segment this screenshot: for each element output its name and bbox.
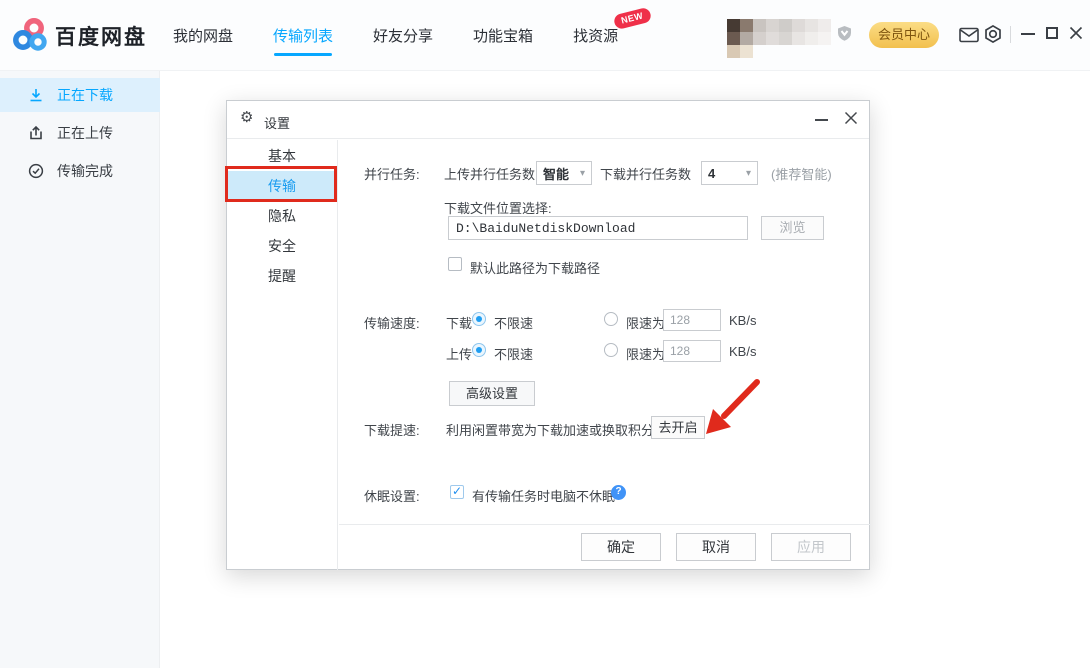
upload-limit-unit: KB/s (729, 344, 756, 359)
apply-button[interactable]: 应用 (771, 533, 851, 561)
browse-button[interactable]: 浏览 (761, 216, 824, 240)
user-account-blurred[interactable] (727, 19, 831, 58)
settings-dialog-titlebar: ⚙ 设置 (227, 101, 869, 139)
transfer-sidebar: 正在下载 正在上传 传输完成 (0, 71, 160, 668)
nav-find-resources-label: 找资源 (573, 28, 618, 45)
ok-button[interactable]: 确定 (581, 533, 661, 561)
sidebar-item-label: 正在上传 (57, 123, 113, 143)
window-minimize-button[interactable] (1021, 33, 1035, 35)
download-parallel-label: 下载并行任务数 (600, 164, 691, 183)
no-sleep-label: 有传输任务时电脑不休眠 (472, 486, 615, 505)
download-limit-label: 限速为 (626, 313, 665, 332)
sidebar-item-uploading[interactable]: 正在上传 (0, 116, 160, 150)
default-path-checkbox[interactable] (448, 257, 462, 271)
download-unlimited-radio[interactable] (472, 312, 486, 326)
upload-limit-radio[interactable] (604, 343, 618, 357)
sleep-settings-label: 休眠设置: (364, 486, 420, 505)
upload-parallel-label: 上传并行任务数 (444, 164, 535, 183)
vip-level-icon[interactable] (836, 25, 853, 42)
footer-divider (339, 524, 871, 525)
upload-limit-input[interactable] (663, 340, 721, 362)
upload-limit-label: 限速为 (626, 344, 665, 363)
help-icon[interactable] (611, 485, 626, 500)
download-limit-radio[interactable] (604, 312, 618, 326)
header-divider (1010, 26, 1011, 43)
upload-parallel-select[interactable]: 智能 (536, 161, 592, 185)
upload-unlimited-label: 不限速 (494, 344, 533, 363)
sidebar-item-downloading[interactable]: 正在下载 (0, 78, 160, 112)
parallel-hint: (推荐智能) (771, 164, 832, 183)
default-path-label: 默认此路径为下载路径 (470, 258, 600, 277)
cancel-button[interactable]: 取消 (676, 533, 756, 561)
download-icon (28, 87, 44, 103)
tab-basic[interactable]: 基本 (227, 141, 337, 171)
nav-my-drive[interactable]: 我的网盘 (173, 25, 233, 46)
nav-find-resources[interactable]: 找资源 NEW (573, 25, 618, 46)
dialog-minimize-button[interactable] (815, 119, 828, 121)
new-badge: NEW (612, 7, 651, 30)
sidebar-item-label: 正在下载 (57, 85, 113, 105)
no-sleep-checkbox[interactable] (450, 485, 464, 499)
download-parallel-select[interactable]: 4 (701, 161, 758, 185)
speed-download-name: 下载 (446, 313, 472, 332)
advanced-settings-button[interactable]: 高级设置 (449, 381, 535, 406)
check-circle-icon (28, 163, 44, 179)
tab-security[interactable]: 安全 (227, 231, 337, 261)
sidebar-item-label: 传输完成 (57, 161, 113, 181)
baidu-netdisk-logo-icon (12, 17, 49, 54)
window-close-button[interactable] (1069, 26, 1083, 40)
window-maximize-button[interactable] (1046, 27, 1058, 39)
enable-boost-button[interactable]: 去开启 (651, 416, 705, 439)
mail-icon[interactable] (959, 27, 979, 43)
nav-friend-share[interactable]: 好友分享 (373, 25, 433, 46)
settings-dialog-gear-icon: ⚙ (240, 110, 253, 125)
sidebar-item-completed[interactable]: 传输完成 (0, 154, 160, 188)
settings-dialog-title: 设置 (264, 113, 290, 132)
nav-transfer-list[interactable]: 传输列表 (273, 25, 333, 46)
tab-transfer[interactable]: 传输 (227, 171, 337, 201)
settings-tab-list: 基本 传输 隐私 安全 提醒 (227, 140, 338, 570)
upload-icon (28, 125, 44, 141)
download-location-label: 下载文件位置选择: (444, 198, 552, 217)
nav-toolbox[interactable]: 功能宝箱 (473, 25, 533, 46)
upload-parallel-value: 智能 (543, 164, 569, 183)
download-limit-input[interactable] (663, 309, 721, 331)
download-unlimited-label: 不限速 (494, 313, 533, 332)
member-center-button[interactable]: 会员中心 (869, 22, 939, 48)
transfer-speed-label: 传输速度: (364, 313, 420, 332)
tab-privacy[interactable]: 隐私 (227, 201, 337, 231)
main-nav: 我的网盘 传输列表 好友分享 功能宝箱 找资源 NEW (173, 0, 618, 71)
tab-reminder[interactable]: 提醒 (227, 261, 337, 291)
dialog-close-button[interactable] (844, 111, 858, 125)
settings-gear-icon[interactable] (984, 25, 1002, 43)
download-boost-label: 下载提速: (364, 420, 420, 439)
download-path-input[interactable] (448, 216, 748, 240)
download-limit-unit: KB/s (729, 313, 756, 328)
download-parallel-value: 4 (708, 166, 715, 181)
settings-dialog: ⚙ 设置 基本 传输 隐私 安全 提醒 并行任务: 上传并行任务数 智能 下载并… (226, 100, 870, 570)
upload-unlimited-radio[interactable] (472, 343, 486, 357)
app-title: 百度网盘 (55, 21, 147, 51)
download-boost-desc: 利用闲置带宽为下载加速或换取积分 (446, 420, 654, 439)
app-header: 百度网盘 我的网盘 传输列表 好友分享 功能宝箱 找资源 NEW 会员中心 (0, 0, 1090, 71)
speed-upload-name: 上传 (446, 344, 472, 363)
parallel-tasks-label: 并行任务: (364, 164, 420, 183)
